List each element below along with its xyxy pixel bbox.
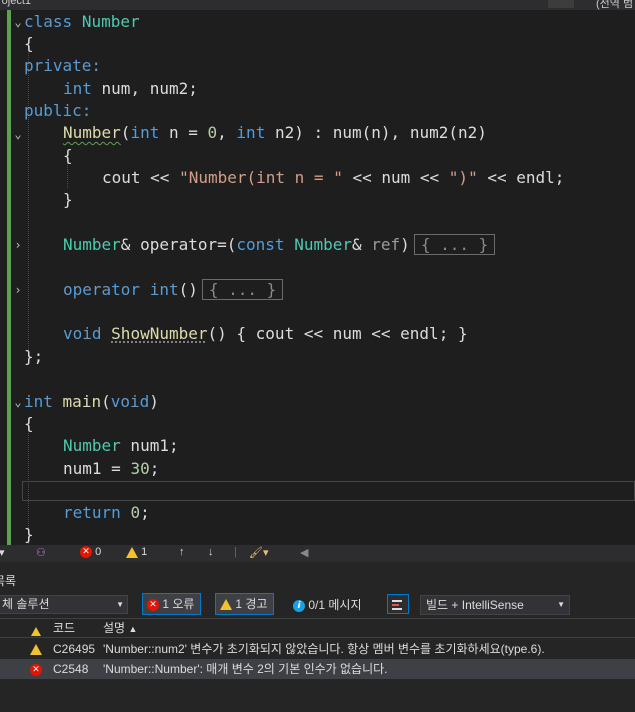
next-issue-button[interactable]: ↓	[208, 546, 214, 558]
fold-expand-icon[interactable]: ›	[13, 234, 23, 256]
code-line: {	[24, 414, 34, 433]
row-description: 'Number::num2' 변수가 초기화되지 않았습니다. 항상 멤버 변수…	[103, 642, 545, 656]
severity-column-header[interactable]	[31, 622, 41, 640]
code-line: private:	[24, 56, 102, 75]
error-list-header: 코드 설명 ▲	[0, 618, 635, 638]
warning-squiggle: Number	[63, 123, 121, 142]
error-list-row[interactable]: ✕ C2548 'Number::Number': 매개 변수 2의 기본 인수…	[0, 659, 635, 679]
editor-status-strip: ▾ ⚇ ✕ 0 1 ↑ ↓ | 🖌▾ ◀	[0, 545, 635, 562]
fold-collapse-icon[interactable]: ⌄	[13, 11, 23, 33]
separator: |	[234, 546, 237, 558]
code-line: Number& operator=(const Number& ref){ ..…	[63, 234, 496, 256]
code-column-header[interactable]: 코드	[53, 619, 75, 637]
code-line: public:	[24, 101, 92, 120]
filter-icon[interactable]	[387, 594, 409, 614]
code-line: };	[24, 347, 44, 366]
code-line: }	[63, 190, 73, 209]
messages-filter-button[interactable]: i 0/1 메시지	[293, 596, 361, 613]
collapsed-block[interactable]: { ... }	[413, 234, 496, 255]
errors-filter-button[interactable]: ✕ 1 오류	[142, 593, 202, 615]
code-line: cout << "Number(int n = " << num << ")" …	[102, 168, 565, 187]
fold-collapse-icon[interactable]: ⌄	[13, 391, 23, 413]
fold-collapse-icon[interactable]: ⌄	[13, 123, 23, 145]
description-column-header[interactable]: 설명 ▲	[103, 619, 137, 638]
code-line: operator int(){ ... }	[63, 279, 284, 301]
error-icon: ✕	[30, 663, 42, 676]
code-line: }	[24, 525, 34, 544]
scope-dropdown[interactable]: 체 솔루션 ▼	[0, 595, 128, 614]
warnings-filter-button[interactable]: 1 경고	[215, 593, 275, 615]
row-code: C2548	[53, 662, 89, 676]
code-line: class Number	[24, 12, 140, 31]
error-list-row[interactable]: C26495 'Number::num2' 변수가 초기화되지 않았습니다. 항…	[0, 639, 635, 659]
zoom-dropdown-arrow[interactable]: ▾	[0, 546, 5, 559]
build-source-dropdown[interactable]: 빌드 + IntelliSense ▼	[420, 595, 570, 615]
row-description: 'Number::Number': 매개 변수 2의 기본 인수가 없습니다.	[103, 662, 388, 676]
error-list-panel: 목록 체 솔루션▼ ✕ 1 오류 1 경고 i 0/1 메시지 빌드 + Int…	[0, 562, 635, 712]
project-label[interactable]: roject1	[0, 0, 31, 7]
indent-guide	[28, 46, 29, 350]
code-line: Number num1;	[63, 436, 179, 455]
error-icon: ✕	[147, 598, 159, 611]
code-line: void ShowNumber() { cout << num << endl;…	[63, 324, 468, 343]
warning-icon	[31, 627, 41, 637]
code-line: {	[63, 146, 73, 165]
panel-title: 목록	[0, 574, 17, 588]
chevron-down-icon: ▼	[557, 600, 565, 609]
code-line: Number(int n = 0, int n2) : num(n), num2…	[63, 123, 487, 142]
error-list-toolbar: 체 솔루션 ▼ ✕ 1 오류 1 경고 i 0/1 메시지 빌드 + Intell…	[0, 592, 635, 618]
error-count[interactable]: ✕ 0	[80, 546, 101, 559]
previous-issue-button[interactable]: ↑	[179, 546, 185, 558]
error-icon: ✕	[80, 546, 92, 559]
current-line-highlight	[22, 481, 635, 501]
code-editor[interactable]: ⌄ ⌄ › › ⌄ class Number { private: int nu…	[0, 10, 635, 545]
scroll-left-icon[interactable]: ◀	[300, 546, 308, 559]
scope-navigation-label[interactable]: (전역 범	[596, 0, 633, 10]
collapsed-block[interactable]: { ... }	[201, 279, 284, 300]
code-line: return 0;	[63, 503, 150, 522]
cleanup-brush-icon[interactable]: 🖌▾	[249, 546, 269, 559]
sort-ascending-icon: ▲	[128, 624, 138, 634]
code-line: int num, num2;	[63, 79, 198, 98]
document-tab-bar: roject1 ▾ (전역 범	[0, 0, 635, 10]
warning-icon	[220, 599, 232, 611]
project-dropdown-button[interactable]: ▾	[548, 0, 574, 8]
copilot-icon[interactable]: ⚇	[36, 546, 46, 559]
code-line: num1 = 30;	[63, 459, 160, 478]
code-line: {	[24, 34, 34, 53]
row-code: C26495	[53, 642, 96, 656]
change-tracking-bar	[7, 10, 11, 545]
fold-expand-icon[interactable]: ›	[13, 279, 23, 301]
warning-icon	[30, 643, 42, 656]
warning-count[interactable]: 1	[126, 546, 147, 558]
code-line: int main(void)	[24, 392, 159, 411]
info-icon: i	[293, 599, 305, 612]
warning-icon	[126, 546, 138, 558]
chevron-down-icon: ▼	[116, 600, 124, 609]
